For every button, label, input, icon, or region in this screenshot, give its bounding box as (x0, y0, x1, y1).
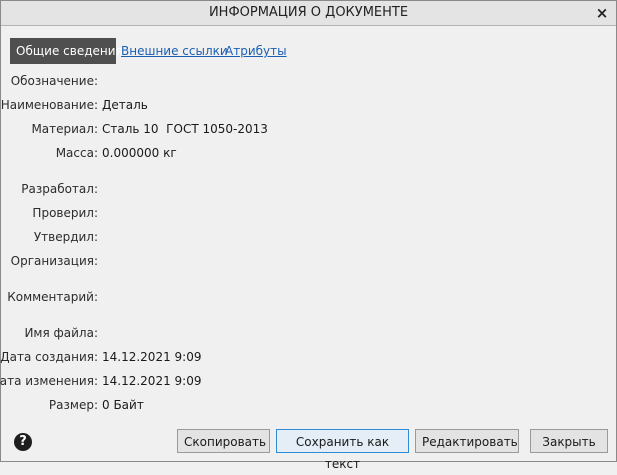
field-label-created: Дата создания: (0, 350, 98, 364)
field-label-size: Размер: (48, 398, 98, 412)
field-label-designation: Обозначение: (10, 74, 98, 88)
field-label-name: Наименование: (0, 98, 98, 112)
field-label-modified: Дата изменения: (0, 374, 98, 388)
field-label-comment: Комментарий: (7, 290, 98, 304)
field-value-modified: 14.12.2021 9:09 (102, 374, 202, 388)
field-label-organization: Организация: (10, 254, 98, 268)
close-button[interactable]: Закрыть (530, 429, 608, 453)
close-icon[interactable]: × (592, 3, 612, 23)
tab-external-links[interactable]: Внешние ссылки (121, 38, 228, 64)
document-info-dialog: ИНФОРМАЦИЯ О ДОКУМЕНТЕ × Общие сведения … (0, 0, 617, 471)
copy-button[interactable]: Скопировать (177, 429, 270, 453)
field-value-mass: 0.000000 кг (102, 146, 177, 160)
field-label-developed: Разработал: (21, 182, 98, 196)
field-value-size: 0 Байт (102, 398, 144, 412)
field-label-checked: Проверил: (32, 206, 98, 220)
field-value-created: 14.12.2021 9:09 (102, 350, 202, 364)
title-bar: ИНФОРМАЦИЯ О ДОКУМЕНТЕ × (1, 1, 616, 26)
question-circle-icon[interactable]: ? (14, 433, 32, 451)
dialog-title: ИНФОРМАЦИЯ О ДОКУМЕНТЕ (208, 5, 409, 20)
field-label-mass: Масса: (55, 146, 98, 160)
field-label-material: Материал: (31, 122, 98, 136)
field-value-name: Деталь (102, 98, 148, 112)
tab-general[interactable]: Общие сведения (10, 38, 123, 64)
field-label-approved: Утвердил: (33, 230, 98, 244)
edit-button[interactable]: Редактировать (415, 429, 519, 453)
field-label-filename: Имя файла: (24, 326, 98, 340)
tab-attributes[interactable]: Атрибуты (225, 38, 287, 64)
field-value-material: Сталь 10 ГОСТ 1050-2013 (102, 122, 268, 136)
save-as-text-button[interactable]: Сохранить как текст (276, 429, 409, 471)
